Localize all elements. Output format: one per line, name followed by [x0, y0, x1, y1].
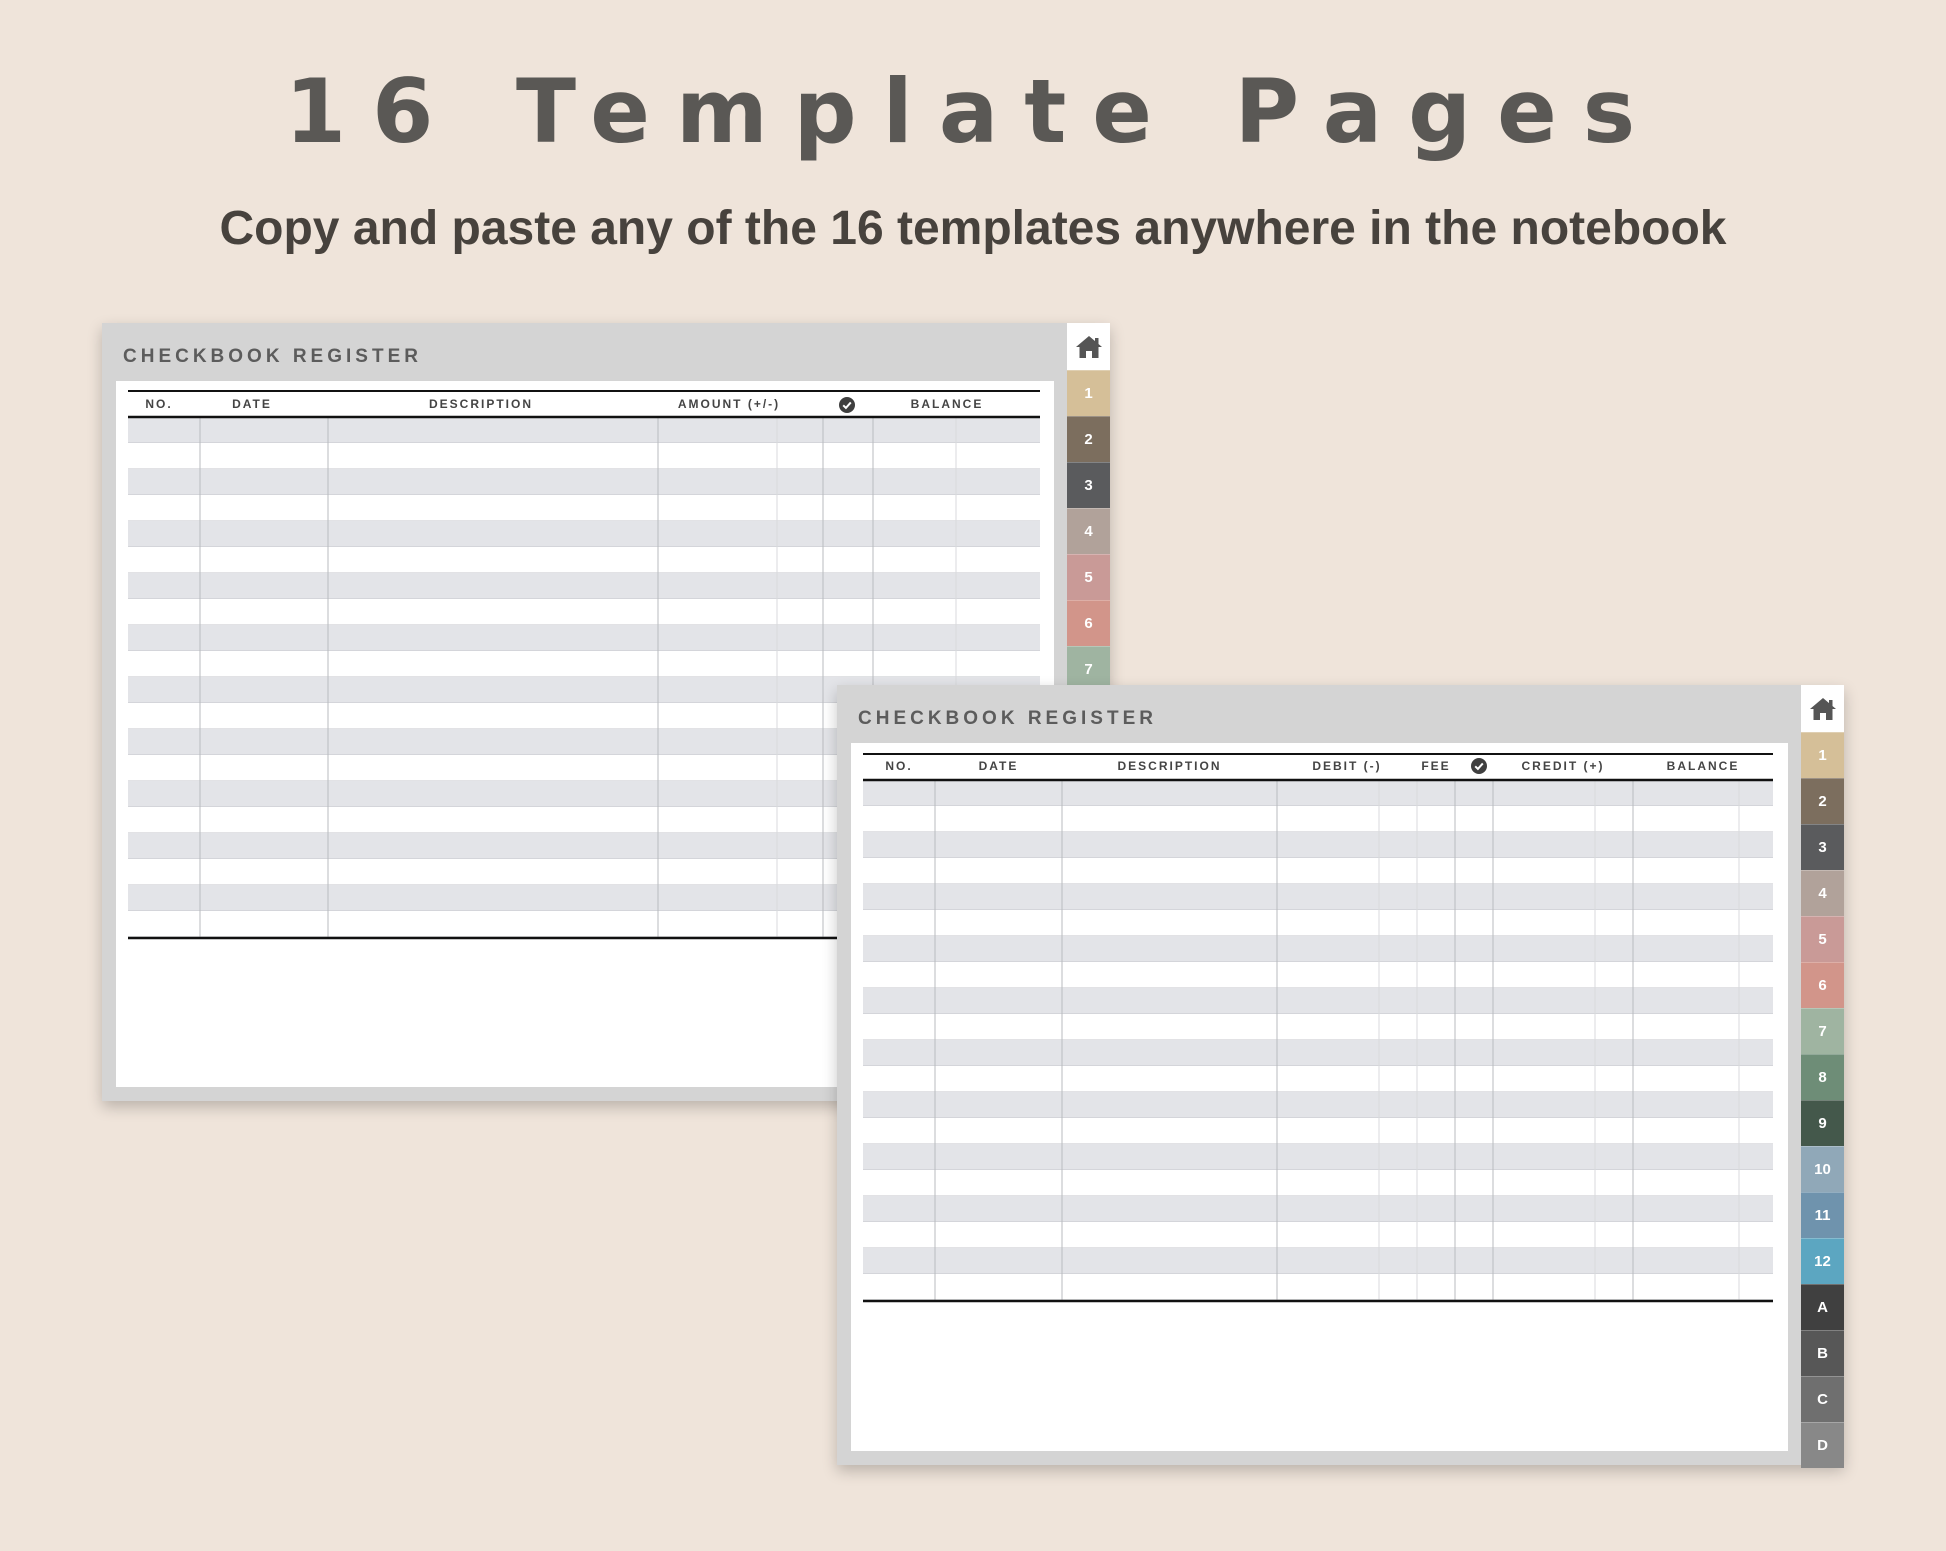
register-row[interactable] [128, 443, 1040, 469]
tab-3[interactable]: 3 [1067, 462, 1110, 508]
tab-12[interactable]: 12 [1801, 1238, 1844, 1284]
register-row[interactable] [863, 936, 1773, 962]
register-row[interactable] [128, 495, 1040, 521]
register-row[interactable] [863, 988, 1773, 1014]
register-row[interactable] [128, 625, 1040, 651]
register-row[interactable] [863, 962, 1773, 988]
header-no: NO. [885, 759, 913, 773]
register-row[interactable] [863, 1092, 1773, 1118]
register-row[interactable] [128, 573, 1040, 599]
tab-10[interactable]: 10 [1801, 1146, 1844, 1192]
register-sheet: NO. DATE DESCRIPTION DEBIT (-) FEE CREDI… [851, 743, 1788, 1451]
tab-5[interactable]: 5 [1801, 916, 1844, 962]
register-row[interactable] [863, 1144, 1773, 1170]
register-row[interactable] [863, 1196, 1773, 1222]
section-tabs: 1 2 3 4 5 6 7 8 9 10 11 12 A B C D [1801, 685, 1844, 1468]
card-title: CHECKBOOK REGISTER [123, 346, 422, 367]
tab-7[interactable]: 7 [1801, 1008, 1844, 1054]
tab-3[interactable]: 3 [1801, 824, 1844, 870]
tab-6[interactable]: 6 [1801, 962, 1844, 1008]
tab-6[interactable]: 6 [1067, 600, 1110, 646]
tab-11[interactable]: 11 [1801, 1192, 1844, 1238]
tab-9[interactable]: 9 [1801, 1100, 1844, 1146]
home-tab[interactable] [1801, 685, 1844, 732]
tab-b[interactable]: B [1801, 1330, 1844, 1376]
register-row[interactable] [863, 884, 1773, 910]
tab-2[interactable]: 2 [1067, 416, 1110, 462]
checkbook-register-card-debit-credit: CHECKBOOK REGISTER NO. DATE DESCRIPTION … [837, 685, 1844, 1468]
tab-a[interactable]: A [1801, 1284, 1844, 1330]
register-row[interactable] [128, 521, 1040, 547]
header-debit: DEBIT (-) [1312, 759, 1382, 773]
register-row[interactable] [863, 806, 1773, 832]
tab-4[interactable]: 4 [1067, 508, 1110, 554]
tab-5[interactable]: 5 [1067, 554, 1110, 600]
register-row[interactable] [863, 1222, 1773, 1248]
register-row[interactable] [863, 1248, 1773, 1274]
register-row[interactable] [863, 1170, 1773, 1196]
register-row[interactable] [863, 832, 1773, 858]
header-balance: BALANCE [910, 397, 984, 411]
tab-1[interactable]: 1 [1067, 370, 1110, 416]
check-circle-icon [839, 397, 855, 413]
header-no: NO. [145, 397, 173, 411]
register-row[interactable] [863, 1040, 1773, 1066]
register-row[interactable] [128, 469, 1040, 495]
card-title: CHECKBOOK REGISTER [858, 708, 1157, 729]
register-row[interactable] [128, 651, 1040, 677]
header-description: DESCRIPTION [1117, 759, 1222, 773]
register-row[interactable] [863, 858, 1773, 884]
register-row[interactable] [863, 780, 1773, 806]
register-row[interactable] [863, 1118, 1773, 1144]
tab-1[interactable]: 1 [1801, 732, 1844, 778]
tab-2[interactable]: 2 [1801, 778, 1844, 824]
register-grid [863, 753, 1773, 1303]
check-circle-icon [1471, 758, 1487, 774]
home-icon [1075, 335, 1102, 358]
header-date: DATE [978, 759, 1019, 773]
subheadline: Copy and paste any of the 16 templates a… [219, 202, 1727, 255]
register-row[interactable] [128, 599, 1040, 625]
register-row[interactable] [128, 547, 1040, 573]
header-description: DESCRIPTION [428, 397, 533, 411]
header-balance: BALANCE [1666, 759, 1740, 773]
header-amount: AMOUNT (+/-) [677, 397, 781, 411]
headline: 16 Template Pages [284, 60, 1662, 163]
tab-c[interactable]: C [1801, 1376, 1844, 1422]
header-date: DATE [232, 397, 272, 411]
register-row[interactable] [863, 1066, 1773, 1092]
home-tab[interactable] [1067, 323, 1110, 370]
home-icon [1809, 697, 1836, 720]
tab-8[interactable]: 8 [1801, 1054, 1844, 1100]
tab-d[interactable]: D [1801, 1422, 1844, 1468]
register-row[interactable] [863, 1274, 1773, 1300]
tab-4[interactable]: 4 [1801, 870, 1844, 916]
header-credit: CREDIT (+) [1521, 759, 1605, 773]
header-fee: FEE [1421, 759, 1451, 773]
register-row[interactable] [863, 910, 1773, 936]
register-row[interactable] [863, 1014, 1773, 1040]
register-row[interactable] [128, 417, 1040, 443]
